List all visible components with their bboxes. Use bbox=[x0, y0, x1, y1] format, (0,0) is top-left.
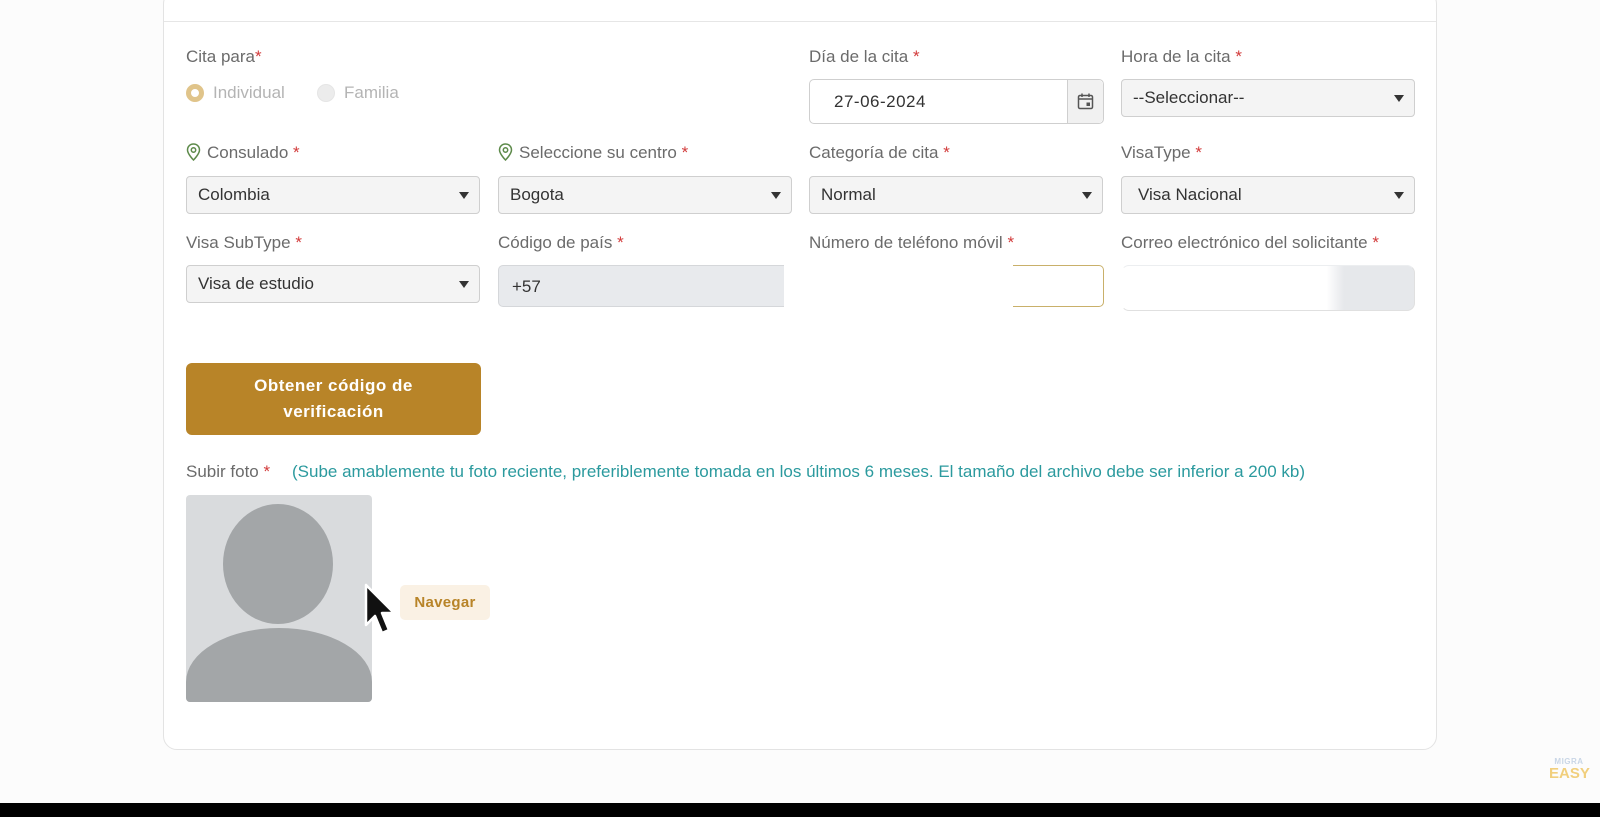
centro-select[interactable]: Bogota bbox=[498, 176, 792, 214]
visatype-select-value: Visa Nacional bbox=[1138, 185, 1242, 204]
email-input[interactable] bbox=[1121, 265, 1415, 311]
required-mark: * bbox=[681, 143, 689, 162]
caret-down-icon bbox=[1394, 95, 1404, 102]
button-line-1: Obtener código de bbox=[254, 376, 413, 395]
browse-button[interactable]: Navegar bbox=[400, 585, 490, 620]
card-divider bbox=[164, 21, 1436, 22]
mouse-cursor-icon bbox=[364, 583, 396, 635]
codigo-pais-label: Código de país * bbox=[498, 233, 624, 253]
centro-label: Seleccione su centro * bbox=[498, 143, 688, 163]
photo-label: Subir foto * bbox=[186, 462, 270, 482]
telefono-label: Número de teléfono móvil * bbox=[809, 233, 1014, 253]
telefono-label-text: Número de teléfono móvil bbox=[809, 233, 1003, 252]
visatype-select[interactable]: Visa Nacional bbox=[1121, 176, 1415, 214]
categoria-select-value: Normal bbox=[821, 185, 876, 204]
categoria-select[interactable]: Normal bbox=[809, 176, 1103, 214]
subtype-select[interactable]: Visa de estudio bbox=[186, 265, 480, 303]
visatype-label: VisaType * bbox=[1121, 143, 1202, 163]
hora-cita-label: Hora de la cita * bbox=[1121, 47, 1242, 67]
codigo-pais-label-text: Código de país bbox=[498, 233, 613, 252]
photo-label-text: Subir foto bbox=[186, 462, 259, 481]
required-mark: * bbox=[1372, 233, 1379, 252]
phone-input[interactable] bbox=[1013, 265, 1104, 307]
radio-unselected-icon[interactable] bbox=[317, 84, 335, 102]
dia-cita-label: Día de la cita * bbox=[809, 47, 920, 67]
watermark-logo: MIGRA EASY bbox=[1549, 757, 1590, 782]
calendar-icon[interactable] bbox=[1067, 80, 1103, 123]
hora-select-value: --Seleccionar-- bbox=[1133, 88, 1245, 107]
photo-hint: (Sube amablemente tu foto reciente, pref… bbox=[292, 462, 1305, 481]
categoria-label-text: Categoría de cita bbox=[809, 143, 939, 162]
caret-down-icon bbox=[459, 281, 469, 288]
hora-select[interactable]: --Seleccionar-- bbox=[1121, 79, 1415, 117]
required-mark: * bbox=[912, 47, 920, 66]
caret-down-icon bbox=[1394, 192, 1404, 199]
radio-familia[interactable]: Familia bbox=[317, 83, 399, 103]
hora-cita-label-text: Hora de la cita bbox=[1121, 47, 1231, 66]
required-mark: * bbox=[617, 233, 624, 252]
dia-cita-label-text: Día de la cita bbox=[809, 47, 909, 66]
avatar-head bbox=[223, 504, 333, 624]
location-pin-icon bbox=[186, 143, 201, 161]
avatar-placeholder bbox=[186, 495, 372, 702]
radio-individual[interactable]: Individual bbox=[186, 83, 285, 103]
radio-familia-label: Familia bbox=[344, 83, 399, 102]
correo-label-text: Correo electrónico del solicitante bbox=[1121, 233, 1368, 252]
required-mark: * bbox=[943, 143, 950, 162]
consulado-select[interactable]: Colombia bbox=[186, 176, 480, 214]
watermark-bottom: EASY bbox=[1549, 765, 1590, 782]
bottom-bar bbox=[0, 803, 1600, 817]
consulado-select-value: Colombia bbox=[198, 185, 270, 204]
radio-selected-icon[interactable] bbox=[186, 84, 204, 102]
caret-down-icon bbox=[1082, 192, 1092, 199]
required-mark: * bbox=[1235, 47, 1242, 66]
date-value: 27-06-2024 bbox=[834, 92, 926, 111]
country-code-input[interactable]: +57 bbox=[498, 265, 784, 307]
cita-para-label: Cita para* bbox=[186, 47, 262, 67]
get-verification-code-button[interactable]: Obtener código de verificación bbox=[186, 363, 481, 435]
caret-down-icon bbox=[771, 192, 781, 199]
consulado-label: Consulado * bbox=[186, 143, 300, 163]
visatype-label-text: VisaType bbox=[1121, 143, 1191, 162]
subtype-label-text: Visa SubType bbox=[186, 233, 291, 252]
required-mark: * bbox=[295, 233, 302, 252]
centro-label-text: Seleccione su centro bbox=[519, 143, 677, 162]
required-mark: * bbox=[1007, 233, 1015, 252]
required-mark: * bbox=[1195, 143, 1202, 162]
correo-label: Correo electrónico del solicitante * bbox=[1121, 233, 1379, 253]
country-code-value: +57 bbox=[512, 277, 541, 296]
required-mark: * bbox=[293, 143, 300, 162]
required-mark: * bbox=[263, 462, 271, 481]
button-line-2: verificación bbox=[283, 402, 384, 421]
location-pin-icon bbox=[498, 143, 513, 161]
subtype-label: Visa SubType * bbox=[186, 233, 302, 253]
categoria-label: Categoría de cita * bbox=[809, 143, 950, 163]
date-input[interactable]: 27-06-2024 bbox=[809, 79, 1104, 124]
radio-individual-label: Individual bbox=[213, 83, 285, 102]
centro-select-value: Bogota bbox=[510, 185, 564, 204]
avatar-body bbox=[186, 628, 372, 702]
consulado-label-text: Consulado bbox=[207, 143, 289, 162]
required-mark: * bbox=[254, 47, 262, 66]
caret-down-icon bbox=[459, 192, 469, 199]
subtype-select-value: Visa de estudio bbox=[198, 274, 314, 293]
cita-para-label-text: Cita para bbox=[186, 47, 255, 66]
